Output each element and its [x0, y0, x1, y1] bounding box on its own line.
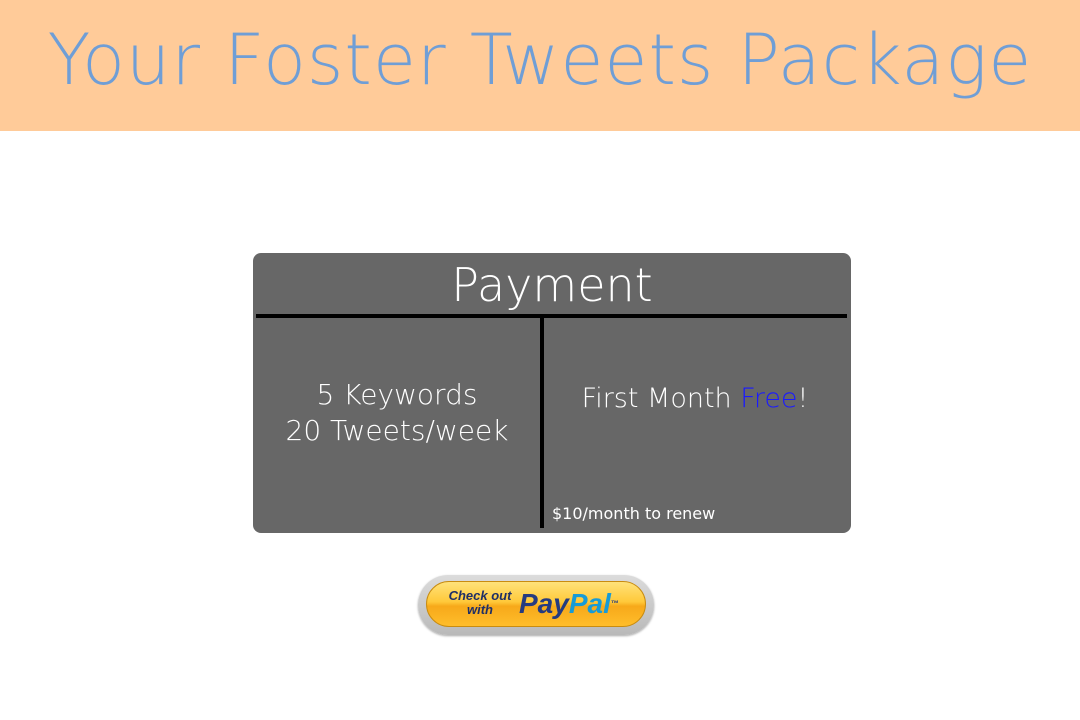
- paypal-logo-pay: Pay: [519, 588, 569, 619]
- trademark-mark: ™: [610, 599, 619, 608]
- tweets-per-week: 20 Tweets/week: [285, 414, 509, 447]
- offer-free-highlight: Free: [740, 383, 798, 414]
- checkout-label: Check out with: [445, 589, 515, 617]
- renewal-price: $10/month to renew: [552, 504, 716, 523]
- package-details: 5 Keywords 20 Tweets/week: [253, 377, 541, 449]
- paypal-button-face[interactable]: Check out with PayPal™: [426, 581, 646, 627]
- payment-card: Payment 5 Keywords 20 Tweets/week First …: [253, 253, 851, 533]
- paypal-logo-pal: Pal: [568, 588, 611, 619]
- payment-card-title: Payment: [451, 258, 653, 312]
- offer-suffix: !: [797, 383, 809, 414]
- checkout-line2: with: [467, 602, 493, 617]
- paypal-logo-icon: PayPal™: [519, 587, 619, 621]
- page-title: Your Foster Tweets Package: [47, 19, 1033, 101]
- paypal-checkout-button[interactable]: Check out with PayPal™: [418, 575, 654, 635]
- keywords-count: 5 Keywords: [316, 378, 478, 411]
- offer-text: First Month Free!: [544, 381, 846, 417]
- offer-prefix: First Month: [581, 383, 741, 414]
- page-header: Your Foster Tweets Package: [0, 0, 1080, 131]
- horizontal-divider: [256, 314, 847, 318]
- checkout-line1: Check out: [448, 588, 512, 603]
